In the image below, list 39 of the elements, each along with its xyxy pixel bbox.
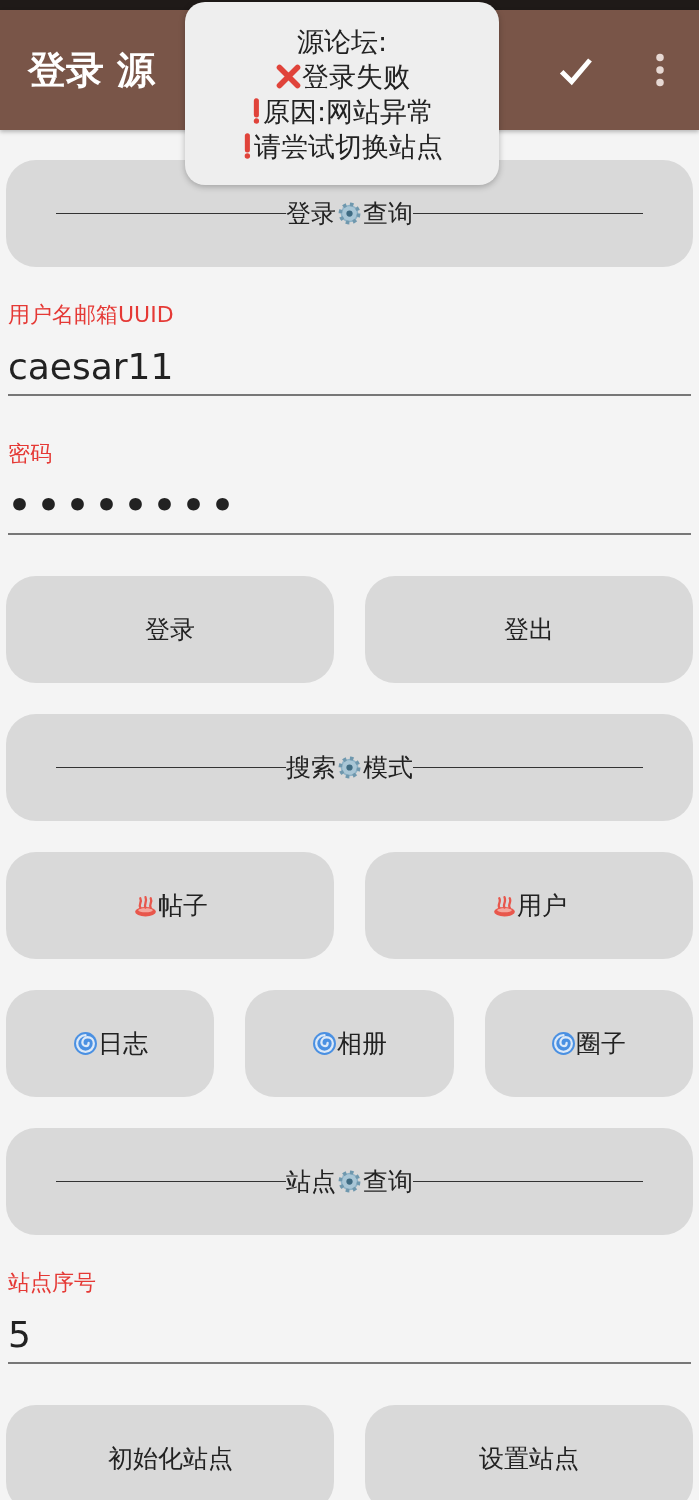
action-button[interactable]: 登录 (6, 576, 334, 683)
hot-springs-icon (132, 893, 158, 918)
section-label: 搜索 (286, 752, 336, 784)
password-field[interactable]: •••••••• (8, 469, 691, 535)
toast-message: 登录失败 (301, 59, 410, 94)
screen-title: 登录 源 (28, 46, 156, 94)
action-button[interactable]: 设置站点 (365, 1405, 693, 1500)
section-label: 模式 (363, 752, 413, 784)
input-field[interactable]: caesar11 (8, 330, 691, 396)
toast-message: 源论坛: (296, 24, 388, 59)
section-label: 查询 (363, 1166, 413, 1198)
gear-icon (337, 201, 362, 226)
action-button[interactable]: 圈子 (484, 990, 693, 1097)
gear-icon (337, 1169, 362, 1194)
hot-springs-icon (491, 893, 517, 918)
section-header-button[interactable]: 搜索 模式 (6, 714, 693, 821)
more-icon (655, 52, 665, 88)
action-button[interactable]: 用户 (365, 852, 693, 959)
field-label: 用户名邮箱UUID (8, 301, 175, 329)
input-field[interactable]: 5 (8, 1298, 691, 1364)
section-label: 站点 (286, 1166, 336, 1198)
cyclone-icon (312, 1031, 337, 1056)
exclamation-icon (244, 132, 251, 160)
gear-icon (337, 755, 362, 780)
section-label: 登录 (286, 198, 336, 230)
action-button[interactable]: 帖子 (6, 852, 334, 959)
action-button[interactable]: 日志 (6, 990, 215, 1097)
action-button[interactable]: 初始化站点 (6, 1405, 334, 1500)
cyclone-icon (72, 1031, 98, 1056)
action-button[interactable]: 相册 (245, 990, 454, 1097)
exclamation-icon (253, 97, 260, 125)
field-label: 密码 (8, 440, 53, 468)
section-label: 查询 (363, 198, 413, 230)
cyclone-icon (551, 1031, 577, 1056)
section-header-button[interactable]: 站点 查询 (6, 1128, 693, 1235)
action-button[interactable]: 登出 (365, 576, 693, 683)
field-label: 站点序号 (8, 1269, 97, 1297)
toast-message: 原因:网站异常 (263, 94, 435, 129)
cross-icon (274, 62, 302, 90)
